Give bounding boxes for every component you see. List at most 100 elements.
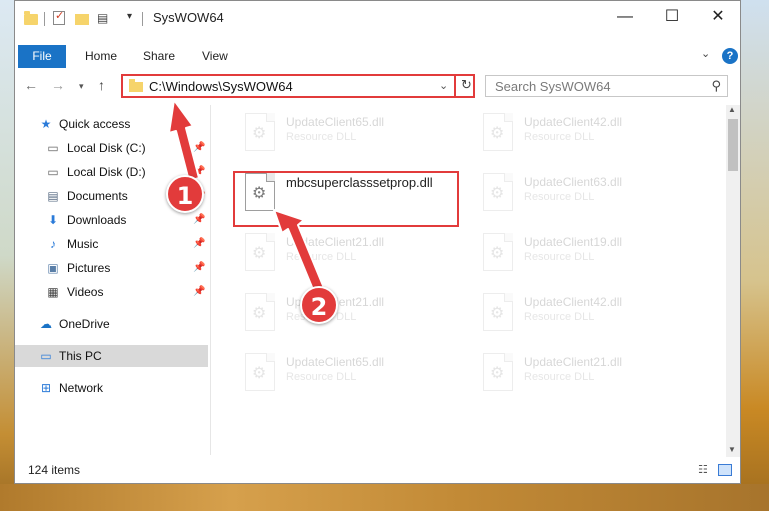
dll-file-icon: ⚙ [245,353,275,391]
sidebar-item-local-disk-c[interactable]: ▭ Local Disk (C:) 📌 [15,137,208,159]
gear-icon: ⚙ [252,305,267,322]
computer-icon: ▭ [40,349,52,363]
sidebar-item-label: Music [67,237,99,251]
drive-icon: ▭ [47,165,59,179]
dll-file-icon: ⚙ [245,293,275,331]
expand-ribbon-chevron-icon[interactable]: ⌄ [701,47,710,60]
address-path[interactable]: C:\Windows\SysWOW64 [149,79,293,94]
picture-icon: ▣ [47,261,59,275]
gear-icon: ⚙ [490,365,505,382]
ribbon: File Home Share View ⌄ ? [15,43,740,69]
dll-file-icon: ⚙ [483,233,513,271]
pin-icon[interactable]: 📌 [193,257,205,279]
rename-icon[interactable]: ▤ [97,12,111,24]
sidebar-item-network[interactable]: ⊞ Network [15,377,208,399]
tab-home[interactable]: Home [85,45,117,68]
music-icon: ♪ [50,237,56,251]
list-item[interactable]: ⚙ UpdateClient63.dll Resource DLL [479,169,699,221]
large-icons-view-icon[interactable] [718,464,732,476]
customize-toolbar-chevron-icon[interactable]: ▾ [127,11,132,27]
list-item[interactable]: ⚙ UpdateClient21.dll Resource DLL [241,289,461,341]
search-icon[interactable]: ⚲ [711,78,721,94]
file-type: Resource DLL [524,131,595,143]
file-type: Resource DLL [524,191,595,203]
download-icon: ⬇ [47,213,59,227]
sidebar-item-pictures[interactable]: ▣ Pictures 📌 [15,257,208,279]
list-item[interactable]: ⚙ UpdateClient65.dll Resource DLL [241,349,461,401]
details-view-icon[interactable]: ☷ [698,464,712,476]
sidebar-item-label: Documents [67,189,128,203]
address-dropdown-chevron-icon[interactable]: ⌄ [439,79,448,92]
refresh-icon[interactable]: ↻ [454,74,477,98]
sidebar-item-label: Local Disk (C:) [67,141,146,155]
sidebar-item-label: Quick access [59,117,131,131]
tab-view[interactable]: View [202,45,228,68]
pin-icon[interactable]: 📌 [193,281,205,303]
gear-icon: ⚙ [490,305,505,322]
dll-file-icon: ⚙ [483,173,513,211]
sidebar-item-this-pc[interactable]: ▭ This PC [15,345,208,367]
dll-file-icon: ⚙ [483,113,513,151]
dll-file-icon: ⚙ [245,113,275,151]
scroll-up-icon[interactable]: ▲ [728,105,736,114]
forward-arrow-icon[interactable]: → [51,77,65,93]
network-icon: ⊞ [40,381,52,395]
file-name: UpdateClient21.dll [286,235,385,249]
desktop-background-bottom [0,484,769,511]
minimize-button[interactable]: — [602,1,648,35]
title-bar: ▤ ▾ SysWOW64 — ☐ ✕ [15,1,740,35]
file-type: Resource DLL [286,251,357,263]
file-name: UpdateClient19.dll [524,235,623,249]
sidebar-item-label: OneDrive [59,317,110,331]
pane-divider[interactable] [210,105,211,455]
sidebar-item-onedrive[interactable]: ☁ OneDrive [15,313,208,335]
list-item[interactable]: ⚙ UpdateClient42.dll Resource DLL [479,109,699,161]
gear-icon: ⚙ [252,245,267,262]
gear-icon: ⚙ [252,125,267,142]
help-icon[interactable]: ? [722,48,738,64]
file-name: UpdateClient65.dll [286,115,385,129]
address-bar[interactable]: C:\Windows\SysWOW64 ⌄ ↻ [121,74,475,98]
quick-access-separator [44,12,45,26]
file-type: Resource DLL [286,371,357,383]
list-item[interactable]: ⚙ UpdateClient21.dll Resource DLL [241,229,461,281]
list-item[interactable]: ⚙ UpdateClient21.dll Resource DLL [479,349,699,401]
maximize-button[interactable]: ☐ [649,1,695,35]
list-item[interactable]: ⚙ UpdateClient19.dll Resource DLL [479,229,699,281]
list-item[interactable]: ⚙ UpdateClient42.dll Resource DLL [479,289,699,341]
video-icon: ▦ [47,285,59,299]
search-input[interactable]: Search SysWOW64 ⚲ [485,75,728,97]
navigation-bar: ← → ▾ ↑ C:\Windows\SysWOW64 ⌄ ↻ Search S… [15,73,740,101]
file-type: Resource DLL [524,251,595,263]
cloud-icon: ☁ [40,317,52,331]
new-folder-icon[interactable] [75,14,89,25]
file-type: Resource DLL [524,371,595,383]
tab-file[interactable]: File [18,45,66,68]
file-type: Resource DLL [524,311,595,323]
close-button[interactable]: ✕ [695,1,741,35]
file-name: UpdateClient42.dll [524,295,623,309]
vertical-scrollbar[interactable]: ▲ ▼ [726,105,740,457]
gear-icon: ⚙ [490,245,505,262]
up-arrow-icon[interactable]: ↑ [98,77,105,93]
dll-file-icon: ⚙ [483,353,513,391]
list-item[interactable]: ⚙ UpdateClient65.dll Resource DLL [241,109,461,161]
scroll-down-icon[interactable]: ▼ [728,445,736,454]
back-arrow-icon[interactable]: ← [24,77,38,93]
star-icon: ★ [40,117,52,131]
tab-share[interactable]: Share [143,45,175,68]
sidebar-item-label: Network [59,381,104,395]
sidebar-item-videos[interactable]: ▦ Videos 📌 [15,281,208,303]
sidebar-item-music[interactable]: ♪ Music 📌 [15,233,208,255]
scroll-thumb[interactable] [728,119,738,171]
folder-icon [24,11,38,25]
sidebar-item-quick-access[interactable]: ★ Quick access [15,113,208,135]
pin-icon[interactable]: 📌 [193,233,205,255]
pin-icon[interactable]: 📌 [193,209,205,231]
properties-check-icon[interactable] [53,9,65,25]
file-name: UpdateClient63.dll [524,175,623,189]
search-placeholder: Search SysWOW64 [495,79,611,94]
pin-icon[interactable]: 📌 [193,137,205,159]
recent-locations-chevron-icon[interactable]: ▾ [79,81,84,92]
sidebar-item-label: This PC [59,349,102,363]
